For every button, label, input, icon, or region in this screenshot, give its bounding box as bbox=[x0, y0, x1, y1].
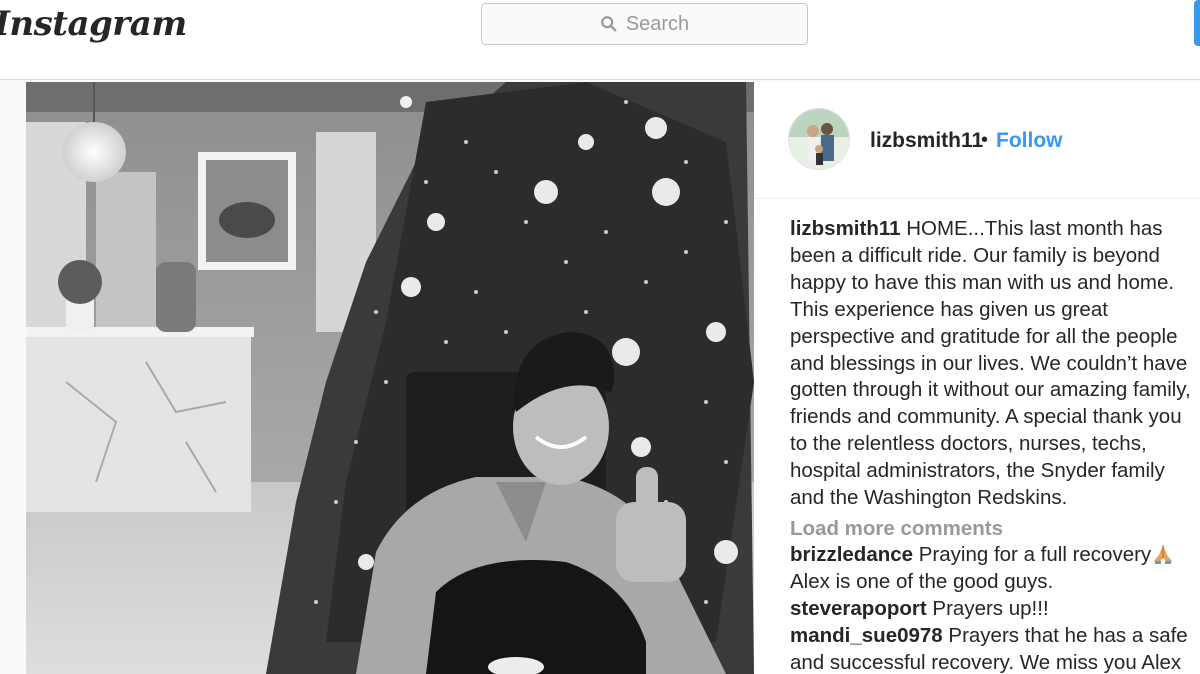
caption-username[interactable]: lizbsmith11 bbox=[790, 217, 901, 240]
follow-button[interactable]: Follow bbox=[996, 129, 1063, 153]
profile-avatar[interactable] bbox=[788, 108, 850, 170]
separator-dot: • bbox=[981, 129, 989, 151]
instagram-logo[interactable]: Instagram bbox=[0, 4, 187, 44]
top-navigation-bar: Instagram Search bbox=[0, 0, 1200, 80]
avatar-image bbox=[789, 109, 849, 169]
post-author-username[interactable]: lizbsmith11 bbox=[870, 129, 983, 153]
comment-username[interactable]: brizzledance bbox=[790, 543, 913, 566]
photo-illustration bbox=[26, 82, 754, 674]
comment-text: Prayers up!!! bbox=[932, 596, 1049, 620]
comment-text: Praying for a full recovery bbox=[918, 542, 1152, 566]
login-button-edge[interactable] bbox=[1194, 0, 1200, 46]
comment-username[interactable]: steverapoport bbox=[790, 597, 927, 620]
search-icon bbox=[600, 16, 617, 32]
caption-text: HOME...This last month has been a diffic… bbox=[790, 217, 1191, 510]
comment-continuation: Alex is one of the good guys. bbox=[790, 569, 1054, 593]
search-box[interactable]: Search bbox=[481, 3, 808, 45]
post-photo[interactable] bbox=[26, 82, 754, 674]
post-caption: lizbsmith11 HOME...This last month has b… bbox=[790, 216, 1200, 512]
search-placeholder: Search bbox=[625, 12, 690, 35]
comment-item: mandi_sue0978 Prayers that he has a safe… bbox=[790, 623, 1200, 674]
comment-username[interactable]: mandi_sue0978 bbox=[790, 624, 943, 647]
folded-hands-icon bbox=[1154, 544, 1173, 564]
comment-item: steverapoport Prayers up!!! bbox=[790, 596, 1200, 623]
load-more-comments-button[interactable]: Load more comments bbox=[790, 516, 1200, 542]
comments-section: lizbsmith11 HOME...This last month has b… bbox=[790, 216, 1200, 674]
comment-item: brizzledance Praying for a full recovery bbox=[790, 542, 1200, 569]
post-header: lizbsmith11 • Follow bbox=[755, 82, 1200, 199]
